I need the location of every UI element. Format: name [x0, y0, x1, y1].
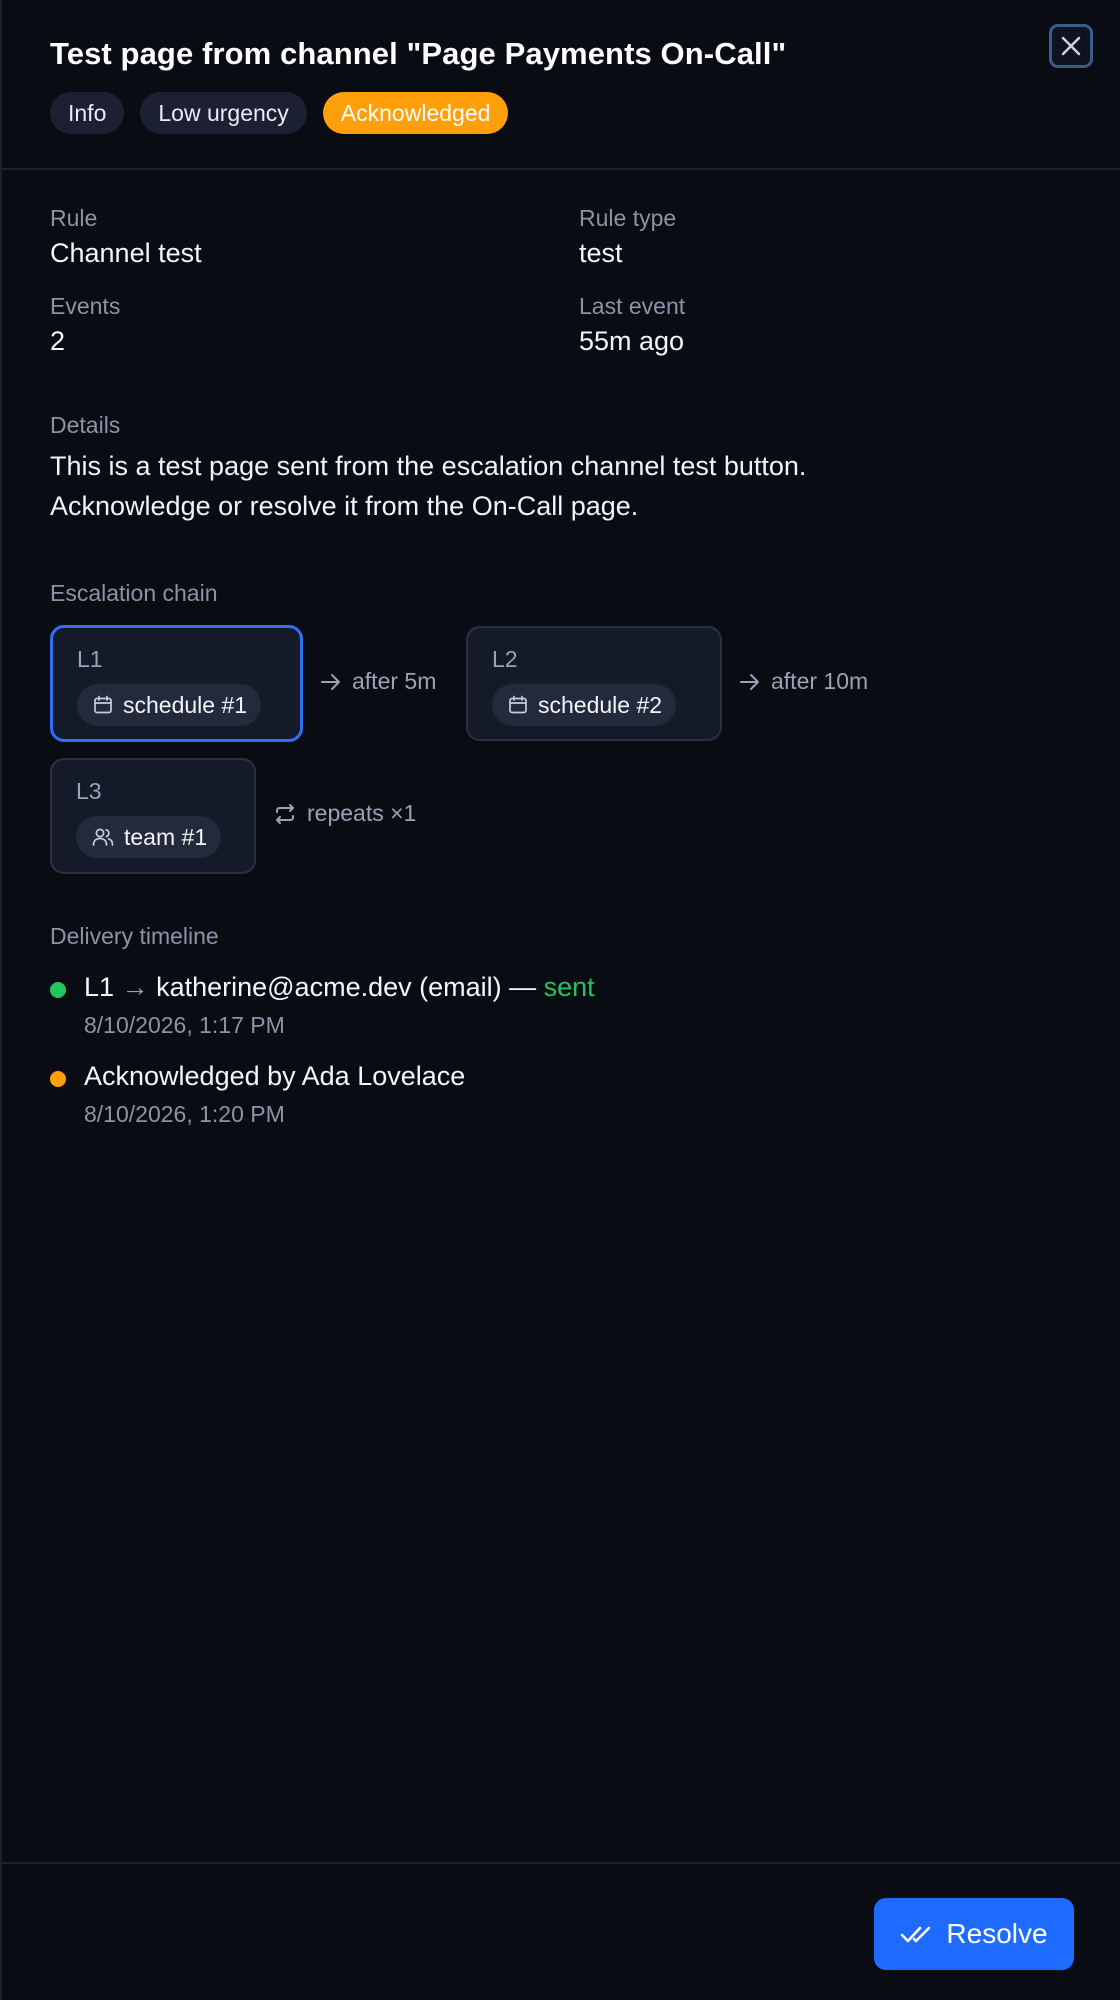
events-label: Events [50, 293, 121, 319]
level-label: L1 [77, 646, 103, 672]
last-event-field: Last event 55m ago [579, 293, 685, 357]
status-dot [50, 1071, 66, 1087]
events-value: 2 [50, 326, 66, 356]
panel-footer: Resolve [2, 1862, 1120, 2000]
target-label: team #1 [124, 823, 208, 850]
repeats-label: repeats ×1 [307, 800, 417, 826]
level-label: L2 [492, 646, 518, 672]
target-label: schedule #2 [538, 691, 663, 718]
repeat-indicator: repeats ×1 [273, 800, 416, 827]
timeline-time: 8/10/2026, 1:20 PM [84, 1101, 285, 1127]
rule-field: Rule Channel test [50, 205, 202, 269]
details-text: This is a test page sent from the escala… [50, 446, 1050, 526]
target-pill: schedule #2 [492, 684, 677, 726]
details-line: Acknowledge or resolve it from the On-Ca… [50, 491, 639, 521]
resolve-button[interactable]: Resolve [874, 1898, 1074, 1970]
target-pill: schedule #1 [77, 684, 262, 726]
delivery-status: sent [543, 972, 595, 1002]
rule-value: Channel test [50, 238, 202, 268]
arrow-right-icon: → [121, 972, 149, 1002]
escalation-chain-label: Escalation chain [50, 580, 218, 606]
timeline-text: L1 → katherine@acme.dev (email) — sent [84, 972, 595, 1003]
escalation-connector: after 10m [739, 668, 868, 695]
level-label: L3 [76, 778, 102, 804]
calendar-icon [94, 695, 112, 714]
page-title: Test page from channel "Page Payments On… [50, 36, 787, 71]
details-line: This is a test page sent from the escala… [50, 451, 807, 481]
status-dot [50, 982, 66, 998]
escalation-connector: after 5m [320, 668, 436, 695]
badge-row: Info Low urgency Acknowledged [50, 92, 509, 134]
panel-header: Test page from channel "Page Payments On… [2, 0, 1120, 170]
double-check-icon [901, 1926, 931, 1943]
escalation-level-l2[interactable]: L2 schedule #2 [466, 626, 722, 741]
arrow-right-icon [321, 673, 340, 690]
escalation-level-l3[interactable]: L3 team #1 [50, 758, 256, 874]
target-pill: team #1 [76, 816, 222, 858]
arrow-right-icon [740, 673, 759, 690]
close-button[interactable] [1049, 24, 1093, 68]
connector-label: after 5m [352, 668, 437, 694]
timeline-time: 8/10/2026, 1:17 PM [84, 1012, 285, 1038]
escalation-level-l1[interactable]: L1 schedule #1 [50, 625, 303, 742]
details-label: Details [50, 412, 121, 438]
severity-badge: Info [50, 92, 125, 134]
rule-type-value: test [579, 238, 623, 268]
events-field: Events 2 [50, 293, 120, 357]
delivery-timeline-label: Delivery timeline [50, 923, 219, 949]
resolve-label: Resolve [946, 1918, 1048, 1949]
timeline-level: L1 [84, 972, 115, 1002]
incident-detail-panel: Test page from channel "Page Payments On… [0, 0, 1120, 2000]
timeline-recipient: katherine@acme.dev (email) — [156, 972, 537, 1002]
target-label: schedule #1 [123, 691, 248, 718]
users-icon [92, 828, 114, 846]
last-event-value: 55m ago [579, 326, 685, 356]
rule-type-field: Rule type test [579, 205, 676, 269]
timeline-text: Acknowledged by Ada Lovelace [84, 1061, 466, 1091]
rule-type-label: Rule type [579, 205, 677, 231]
status-badge: Acknowledged [322, 92, 509, 134]
rule-label: Rule [50, 205, 98, 231]
urgency-badge: Low urgency [140, 92, 307, 134]
calendar-icon [509, 695, 527, 714]
close-icon [1061, 36, 1081, 56]
repeat-icon [276, 803, 294, 824]
last-event-label: Last event [579, 293, 686, 319]
connector-label: after 10m [771, 668, 869, 694]
